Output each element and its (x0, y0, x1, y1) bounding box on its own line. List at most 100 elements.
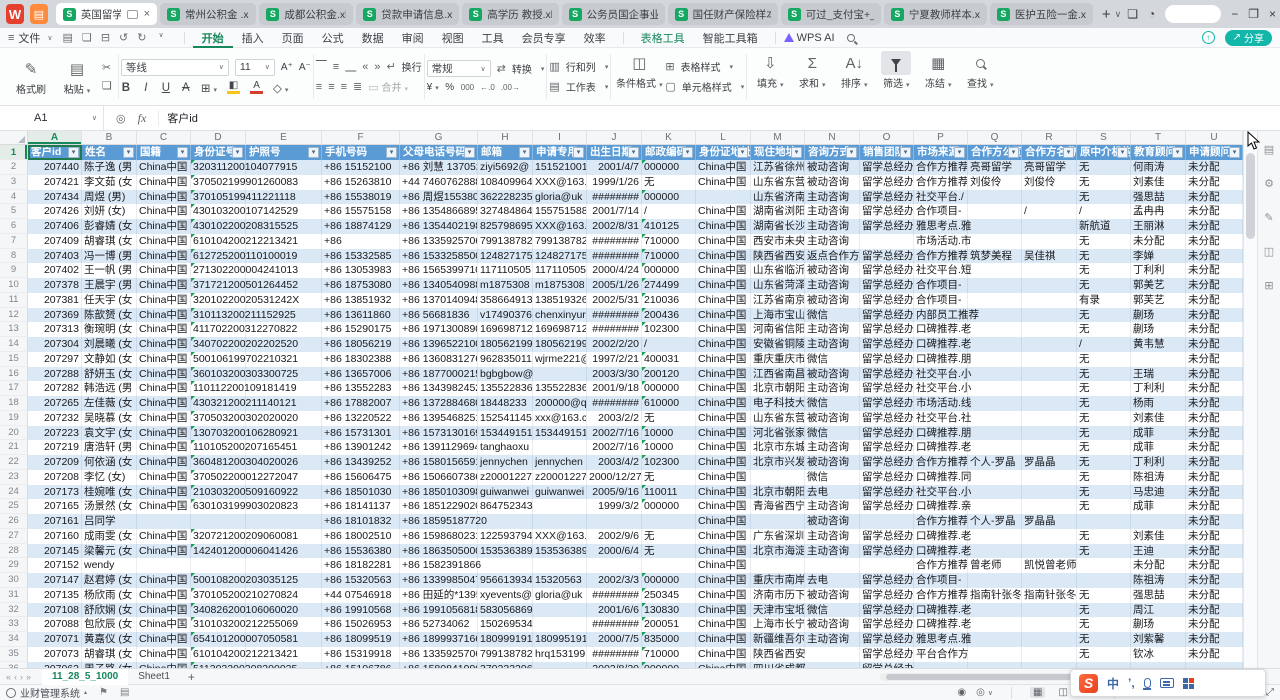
cell[interactable]: 主动咨询 (805, 337, 860, 352)
cell[interactable]: 西安市未央 (751, 234, 805, 249)
cell[interactable]: 无 (1077, 367, 1131, 382)
cell[interactable]: 口碑推荐.老 (914, 337, 968, 352)
cell[interactable]: 未分配 (1186, 617, 1243, 632)
cell[interactable] (1077, 514, 1131, 529)
cell[interactable]: 430103200107142529 (191, 204, 246, 219)
cell[interactable]: 未分配 (1186, 573, 1243, 588)
cell[interactable]: +86 1598680231 (400, 529, 478, 544)
cell[interactable]: 湖南省长沙 (751, 219, 805, 234)
cell[interactable]: +86 刘慧 137052 (400, 160, 478, 175)
cell[interactable]: 200120 (642, 367, 696, 382)
cell[interactable]: 未分配 (1186, 249, 1243, 264)
cell[interactable]: 山东省东营 (751, 175, 805, 190)
cell[interactable]: 罗晶晶 (1022, 455, 1077, 470)
cell[interactable]: +86 (322, 234, 400, 249)
cell[interactable] (1131, 352, 1186, 367)
cell[interactable]: 207313 (28, 322, 82, 337)
bold-button[interactable]: B (121, 82, 131, 94)
row-number[interactable]: 1 (0, 145, 28, 160)
cell[interactable] (1186, 662, 1243, 669)
cell[interactable]: 1997/2/21 (587, 352, 642, 367)
cell[interactable]: +86 1991056818 (400, 603, 478, 618)
cell[interactable]: China中国 (696, 381, 751, 396)
font-name-select[interactable]: 等线∨ (121, 59, 229, 76)
cell[interactable]: 无 (1077, 485, 1131, 500)
cell[interactable]: China中国 (696, 647, 751, 662)
column-letter-C[interactable]: C (137, 131, 191, 144)
cell[interactable]: 200051 (642, 617, 696, 632)
cell[interactable]: 180995191 (533, 632, 587, 647)
cell[interactable] (1022, 632, 1077, 647)
cell[interactable]: 被动咨询 (805, 367, 860, 382)
cell[interactable]: 个人-罗晶 (968, 455, 1022, 470)
cell[interactable]: 韩浩远 (男 (82, 381, 137, 396)
cell[interactable]: 社交平台.小 (914, 485, 968, 500)
sheet-tab-11_28_5_1000[interactable]: 11_28_5_1000 (42, 669, 128, 685)
row-number[interactable]: 6 (0, 219, 28, 234)
cell[interactable]: 成菲 (1131, 426, 1186, 441)
cell[interactable] (968, 529, 1022, 544)
column-header-cell[interactable]: 身份证号▾ (191, 145, 246, 160)
cell[interactable]: 口碑推荐.老 (914, 544, 968, 559)
cell[interactable]: China中国 (696, 588, 751, 603)
cell[interactable]: 重庆重庆市 (751, 352, 805, 367)
row-number[interactable]: 30 (0, 573, 28, 588)
cell[interactable]: 留学总经办 (860, 352, 914, 367)
filter-dropdown-icon[interactable]: ▾ (308, 147, 319, 158)
cell[interactable]: China中国 (696, 603, 751, 618)
cell[interactable]: 吴晓慕 (女 (82, 411, 137, 426)
cell[interactable]: +86 1863505000 (400, 544, 478, 559)
row-number[interactable]: 21 (0, 440, 28, 455)
cell[interactable]: 主动咨询 (805, 190, 860, 205)
column-header-cell[interactable]: 申请专用▾ (533, 145, 587, 160)
cell[interactable]: 2002/2/20 (587, 337, 642, 352)
cell[interactable]: 任天宇 (女 (82, 293, 137, 308)
fullscreen-icon[interactable]: ⤢ (1266, 687, 1274, 698)
cell[interactable]: z20001227 (533, 470, 587, 485)
cell[interactable]: 口碑推荐.老 (914, 322, 968, 337)
cell[interactable]: China中国 (696, 455, 751, 470)
menu-item-公式[interactable]: 公式 (313, 28, 353, 48)
cell[interactable]: 207147 (28, 573, 82, 588)
fill-button[interactable]: ⇩ 填充▾ (749, 51, 791, 102)
filter-dropdown-icon[interactable]: ▾ (1117, 147, 1128, 158)
row-number[interactable]: 13 (0, 322, 28, 337)
cell[interactable]: China中国 (696, 322, 751, 337)
align-top-icon[interactable]: ⎺ (316, 60, 327, 73)
cell[interactable]: hrq153199 (533, 647, 587, 662)
cell[interactable]: 被动咨询 (805, 175, 860, 190)
cell[interactable]: 无 (1077, 160, 1131, 175)
cell[interactable]: 207402 (28, 263, 82, 278)
cell[interactable]: 825798695 (478, 219, 533, 234)
cell[interactable]: 未分配 (1186, 485, 1243, 500)
cell[interactable]: China中国 (137, 573, 191, 588)
cell[interactable]: 无 (1077, 190, 1131, 205)
cell[interactable]: 山东省临沂 (751, 263, 805, 278)
cell[interactable]: +86 15026953 (322, 617, 400, 632)
tab-table-tools[interactable]: 表格工具 (632, 28, 694, 48)
cell[interactable]: China中国 (137, 455, 191, 470)
cell[interactable] (533, 499, 587, 514)
cell[interactable]: 合作项目- (914, 293, 968, 308)
cell[interactable]: ######## (587, 249, 642, 264)
cell[interactable]: 371721200501264452 (191, 278, 246, 293)
cell[interactable]: 207165 (28, 499, 82, 514)
cell[interactable]: v17490376 (478, 308, 533, 323)
cell[interactable]: 安徽省铜陵 (751, 337, 805, 352)
column-header-cell[interactable]: 申请顾问▾ (1186, 145, 1243, 160)
cell[interactable]: 340826200106060020 (191, 603, 246, 618)
cell[interactable]: 2000/12/27 (587, 470, 642, 485)
cell[interactable]: 陕西省西安 (751, 647, 805, 662)
cell[interactable]: 无 (1077, 352, 1131, 367)
cell[interactable]: gloria@uk (533, 588, 587, 603)
cell[interactable]: 无 (1077, 499, 1131, 514)
cell[interactable]: xyevents@ (478, 588, 533, 603)
cell[interactable]: 无 (1077, 455, 1131, 470)
cell[interactable]: 山东省东营 (751, 411, 805, 426)
cell[interactable] (751, 558, 805, 573)
cell[interactable]: China中国 (696, 558, 751, 573)
cell[interactable]: 留学总经办 (860, 573, 914, 588)
column-header-cell[interactable]: 销售团队▾ (860, 145, 914, 160)
cell[interactable]: 合作方推荐 (914, 160, 968, 175)
cell[interactable]: +86 1899937166 (400, 632, 478, 647)
